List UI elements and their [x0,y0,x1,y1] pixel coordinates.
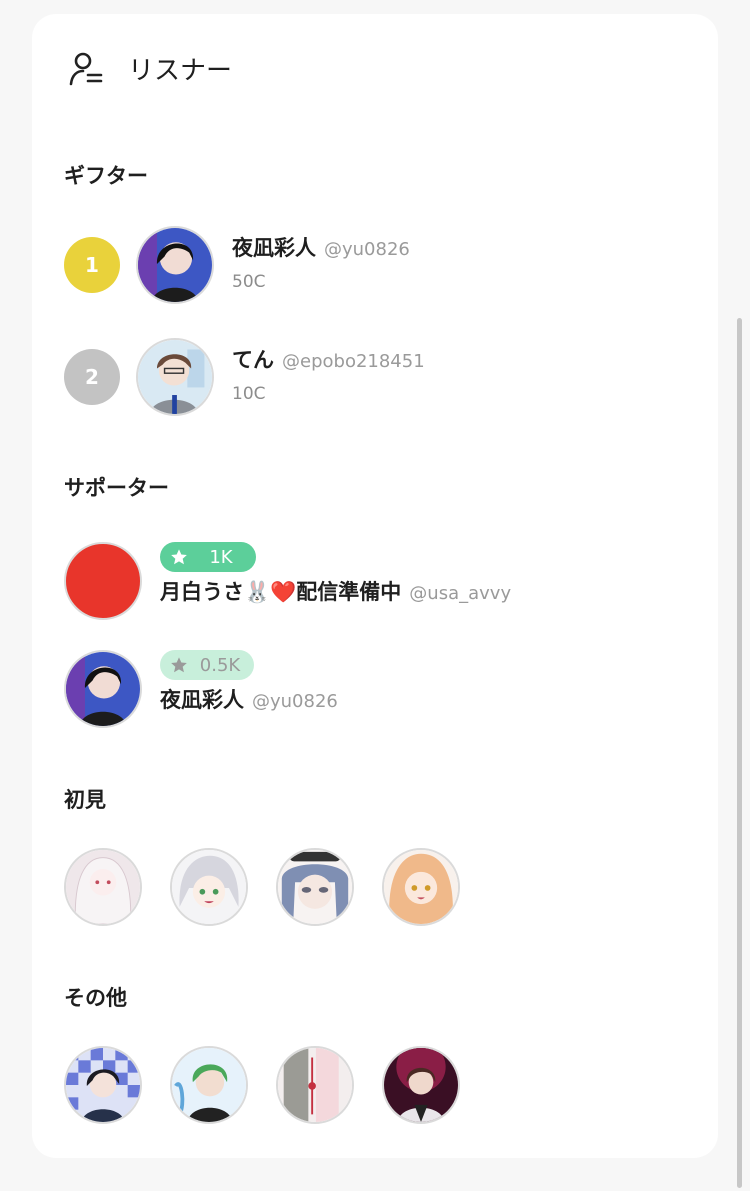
avatar[interactable] [276,1046,354,1124]
user-list-icon [69,52,103,86]
avatar[interactable] [276,848,354,926]
supporter-row[interactable]: 0.5K 夜凪彩人 @yu0826 [64,650,684,732]
star-icon [171,549,187,565]
rank-badge: 1 [64,237,120,293]
avatar[interactable] [136,226,214,304]
section-title-first-time: 初見 [64,788,106,812]
avatar[interactable] [136,338,214,416]
section-title-others: その他 [64,986,127,1010]
badge-value: 0.5K [199,654,241,676]
avatar[interactable] [64,848,142,926]
listener-panel: リスナー ギフター 1 夜凪彩人 @yu0826 50C 2 てん @epobo… [32,14,718,1158]
supporter-row[interactable]: 1K 月白うさ🐰❤️配信準備中 @usa_avvy [64,542,684,624]
avatar[interactable] [64,542,142,620]
badge-value: 1K [209,546,233,568]
others-avatar-list [64,1046,484,1124]
first-time-avatar-list [64,848,484,926]
user-handle: @epobo218451 [282,351,425,372]
supporter-name-line: 夜凪彩人 @yu0826 [160,684,338,714]
user-name: 夜凪彩人 [232,236,316,260]
star-icon [171,657,187,673]
user-name: 月白うさ🐰❤️配信準備中 [160,580,402,604]
panel-title: リスナー [128,55,233,86]
gifter-name-line: 夜凪彩人 @yu0826 [232,232,410,262]
avatar[interactable] [64,1046,142,1124]
scrollbar[interactable] [737,318,742,1188]
avatar[interactable] [170,848,248,926]
avatar[interactable] [382,1046,460,1124]
section-title-gifter: ギフター [64,164,148,188]
gifter-row[interactable]: 1 夜凪彩人 @yu0826 50C [64,222,684,304]
user-handle: @yu0826 [324,239,410,260]
gifter-row[interactable]: 2 てん @epobo218451 10C [64,334,684,416]
user-handle: @usa_avvy [409,583,512,604]
avatar[interactable] [64,650,142,728]
user-handle: @yu0826 [252,691,338,712]
panel-header: リスナー [66,48,232,88]
user-name: てん [232,348,274,372]
support-badge: 0.5K [160,650,254,680]
gift-amount: 50C [232,272,266,292]
avatar[interactable] [382,848,460,926]
gifter-name-line: てん @epobo218451 [232,344,425,374]
avatar[interactable] [170,1046,248,1124]
support-badge: 1K [160,542,256,572]
rank-badge: 2 [64,349,120,405]
supporter-name-line: 月白うさ🐰❤️配信準備中 @usa_avvy [160,576,511,606]
gift-amount: 10C [232,384,266,404]
section-title-supporter: サポーター [64,476,169,500]
user-name: 夜凪彩人 [160,688,244,712]
